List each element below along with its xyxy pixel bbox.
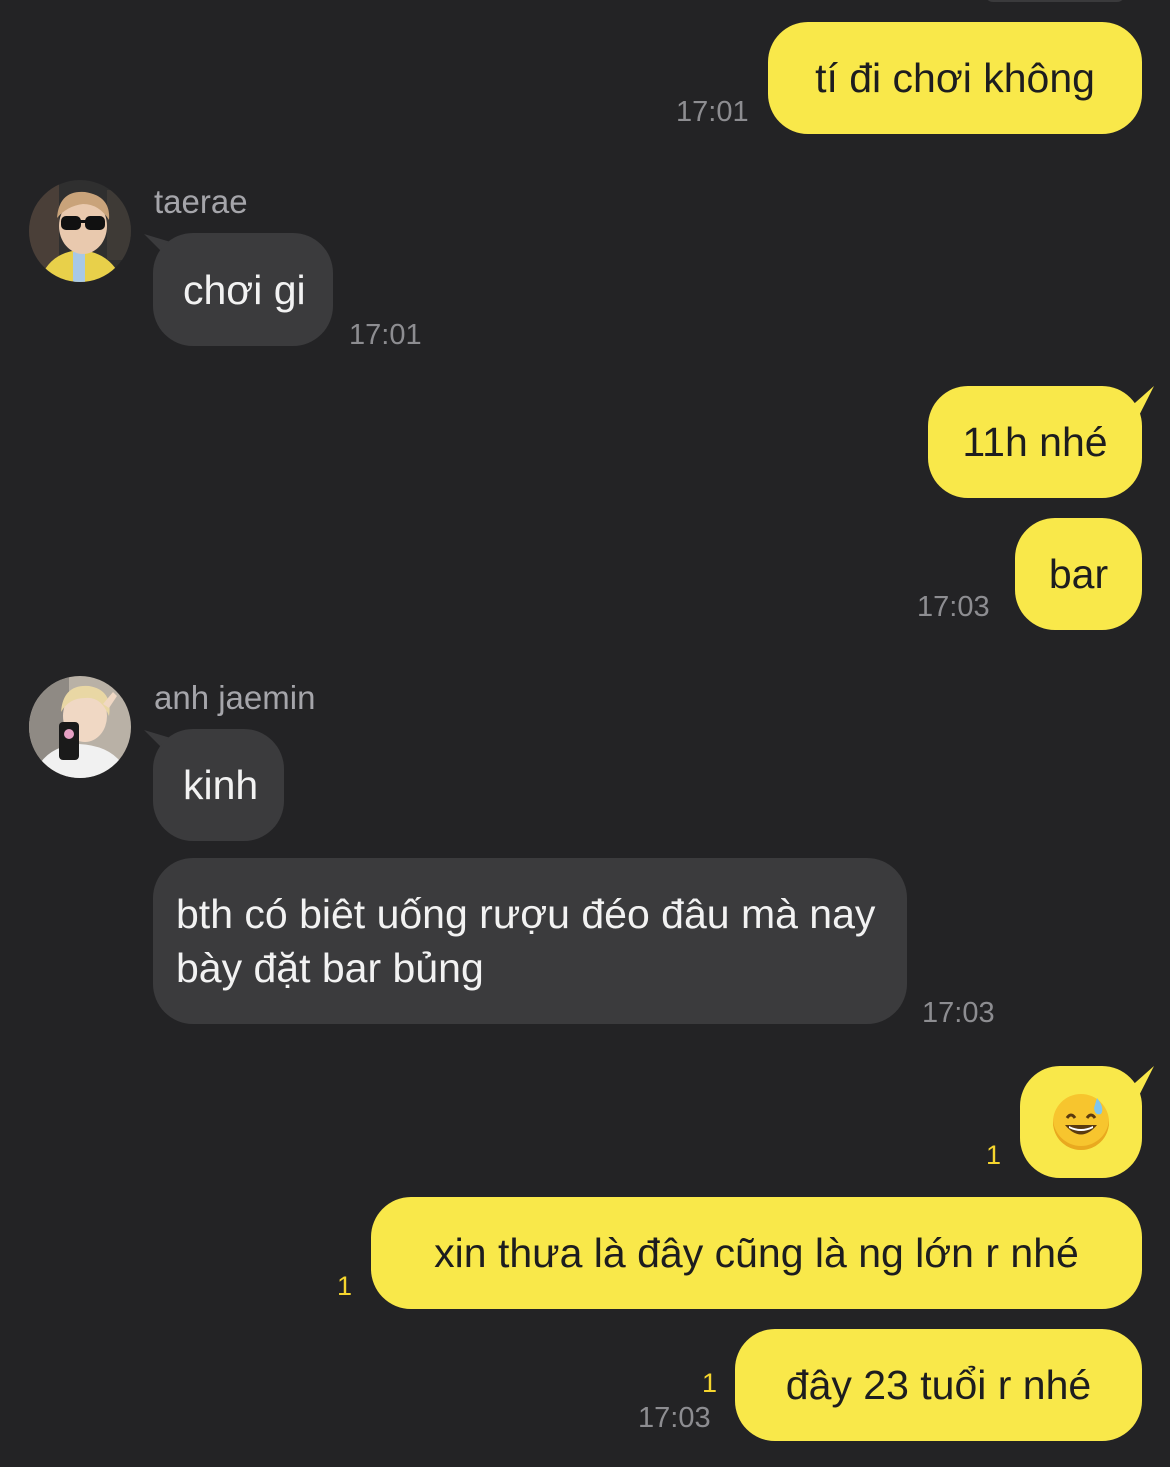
unread-count: 1 — [986, 1140, 1002, 1170]
message-timestamp: 17:01 — [676, 96, 749, 128]
anh-jaemin-avatar-photo — [29, 676, 131, 778]
message-text: kinh — [183, 762, 259, 808]
previous-message-edge — [985, 0, 1125, 2]
my-message-bubble[interactable]: 11h nhé — [928, 386, 1142, 498]
message-timestamp: 17:03 — [922, 997, 995, 1029]
taerae-avatar-photo — [29, 180, 131, 282]
their-message-bubble[interactable]: chơi gi — [153, 233, 333, 346]
message-text: xin thưa là đây cũng là ng lớn r nhé — [434, 1230, 1079, 1276]
their-message-bubble[interactable]: kinh — [153, 729, 284, 841]
my-message-bubble[interactable] — [1020, 1066, 1142, 1178]
message-text: bar — [1048, 551, 1109, 597]
avatar[interactable] — [29, 180, 131, 282]
my-message-bubble[interactable]: xin thưa là đây cũng là ng lớn r nhé — [371, 1197, 1142, 1309]
sender-name: taerae — [154, 183, 248, 220]
my-message-bubble[interactable]: bar — [1015, 518, 1142, 630]
my-message-bubble[interactable]: đây 23 tuổi r nhé — [735, 1329, 1142, 1441]
their-message-bubble[interactable]: bth có biêt uống rượu đéo đâu mà nay bày… — [153, 858, 907, 1024]
message-timestamp: 17:03 — [638, 1402, 711, 1434]
message-timestamp: 17:03 — [917, 591, 990, 623]
message-text: 11h nhé — [962, 419, 1108, 465]
chat-thread: 17:01 tí đi chơi không taerae chơi gi 17… — [0, 0, 1170, 1467]
my-message-bubble[interactable]: tí đi chơi không — [768, 22, 1142, 134]
unread-count: 1 — [337, 1271, 353, 1301]
sweat-smile-emoji-icon — [1053, 1094, 1109, 1150]
unread-count: 1 — [702, 1368, 718, 1398]
avatar[interactable] — [29, 676, 131, 778]
message-text: đây 23 tuổi r nhé — [785, 1362, 1092, 1408]
message-timestamp: 17:01 — [349, 319, 422, 351]
message-text: chơi gi — [183, 266, 306, 313]
message-text: tí đi chơi không — [815, 55, 1095, 101]
message-text: bth có biêt uống rượu đéo đâu mà nay bày… — [176, 891, 876, 991]
sender-name: anh jaemin — [154, 679, 316, 716]
